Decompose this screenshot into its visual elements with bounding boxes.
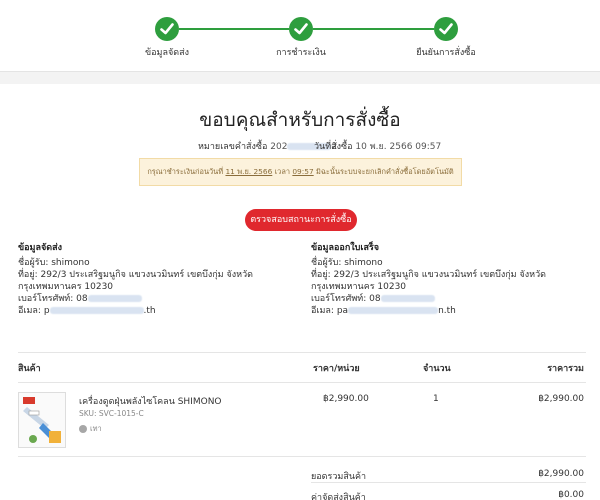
check-icon [289,17,313,41]
header-unit-price: ราคา/หน่วย [313,364,360,374]
order-date: วันที่สั่งซื้อ 10 พ.ย. 2566 09:57 [314,139,441,153]
step-label: ยืนยันการสั่งซื้อ [416,48,476,58]
step-label: การชำระเงิน [276,48,326,58]
notice-text: กรุณาชำระเงินก่อนวันที่ [147,167,224,176]
step-payment: การชำระเงิน [241,17,361,59]
order-number-value: 202 [270,142,288,152]
product-name-link[interactable]: เครื่องดูดฝุ่นพลังไซโคลน SHIMONO [79,394,222,408]
step-shipping-info: ข้อมูลจัดส่ง [107,17,227,59]
page-title: ขอบคุณสำหรับการสั่งซื้อ [199,109,401,131]
quantity: 1 [433,394,439,404]
check-icon [155,17,179,41]
shipping-info-block: ข้อมูลจัดส่ง ชื่อผู้รับ: shimono ที่อยู่… [18,240,253,317]
address-line: กรุงเทพมหานคร 10230 [18,282,114,292]
shipping-info-title: ข้อมูลจัดส่ง [18,243,63,253]
order-date-value: 10 พ.ย. 2566 09:57 [355,142,442,152]
header-total: ราคารวม [547,364,584,374]
phone-line: เบอร์โทรศัพท์: 08 [18,293,253,305]
redacted-text [380,295,435,302]
notice-text-after: มิฉะนั้นระบบจะยกเลิกคำสั่งซื้อโดยอัตโนมั… [316,167,454,176]
header-product: สินค้า [18,364,41,374]
vacuum-cleaner-icon [23,397,61,443]
deadline-date-link[interactable]: 11 พ.ย. 2566 [225,167,272,176]
order-confirmation-card: ขอบคุณสำหรับการสั่งซื้อ หมายเลขคำสั่งซื้… [0,84,600,500]
shipping-fee-label: ค่าจัดส่งสินค้า [311,493,366,500]
deadline-time-link[interactable]: 09:57 [292,167,313,176]
header-quantity: จำนวน [423,364,451,374]
payment-deadline-notice: กรุณาชำระเงินก่อนวันที่ 11 พ.ย. 2566 เวล… [139,158,462,186]
redacted-text [87,295,142,302]
redacted-text [49,307,144,314]
phone-value: เบอร์โทรศัพท์: 08 [311,294,381,304]
address-line: ที่อยู่: 292/3 ประเสริฐมนูกิจ แขวงนวมินท… [311,270,546,280]
product-image[interactable] [18,392,66,448]
email-value: อีเมล: pa [311,306,349,316]
checkout-progress-bar: ข้อมูลจัดส่ง การชำระเงิน ยืนยันการสั่งซื… [0,0,600,72]
color-label: เทา [90,424,102,433]
phone-value: เบอร์โทรศัพท์: 08 [18,294,88,304]
subtotal-value: ฿2,990.00 [538,469,584,479]
divider [311,482,586,483]
divider [18,382,586,383]
email-value: อีเมล: p [18,306,50,316]
shipping-fee-value: ฿0.00 [558,490,584,500]
notice-time-label: เวลา [274,167,290,176]
redacted-text [348,307,439,314]
billing-info-block: ข้อมูลออกใบเสร็จ ชื่อผู้รับ: shimono ที่… [311,240,546,317]
order-date-label: วันที่สั่งซื้อ [314,142,353,152]
check-icon [434,17,458,41]
unit-price: ฿2,990.00 [323,394,369,404]
address-line: กรุงเทพมหานคร 10230 [311,282,407,292]
address-line: ที่อยู่: 292/3 ประเสริฐมนูกิจ แขวงนวมินท… [18,270,253,280]
email-suffix: .th [143,306,156,316]
color-swatch [79,425,87,433]
step-label: ข้อมูลจัดส่ง [144,48,189,58]
divider [18,352,586,353]
recipient-name: ชื่อผู้รับ: shimono [311,258,383,268]
divider [18,456,586,457]
product-sku: SKU: SVC-1015-C [79,409,144,418]
subtotal-label: ยอดรวมสินค้า [311,472,367,482]
billing-info-title: ข้อมูลออกใบเสร็จ [311,243,380,253]
email-suffix: n.th [438,306,456,316]
step-confirm-order: ยืนยันการสั่งซื้อ [386,17,506,59]
order-number-label: หมายเลขคำสั่งซื้อ [198,142,268,152]
row-total: ฿2,990.00 [538,394,584,404]
phone-line: เบอร์โทรศัพท์: 08 [311,293,546,305]
email-line: อีเมล: pa n.th [311,305,546,317]
email-line: อีเมล: p .th [18,305,253,317]
recipient-name: ชื่อผู้รับ: shimono [18,258,90,268]
product-color: เทา [79,423,102,435]
check-order-status-button[interactable]: ตรวจสอบสถานะการสั่งซื้อ [245,209,357,231]
